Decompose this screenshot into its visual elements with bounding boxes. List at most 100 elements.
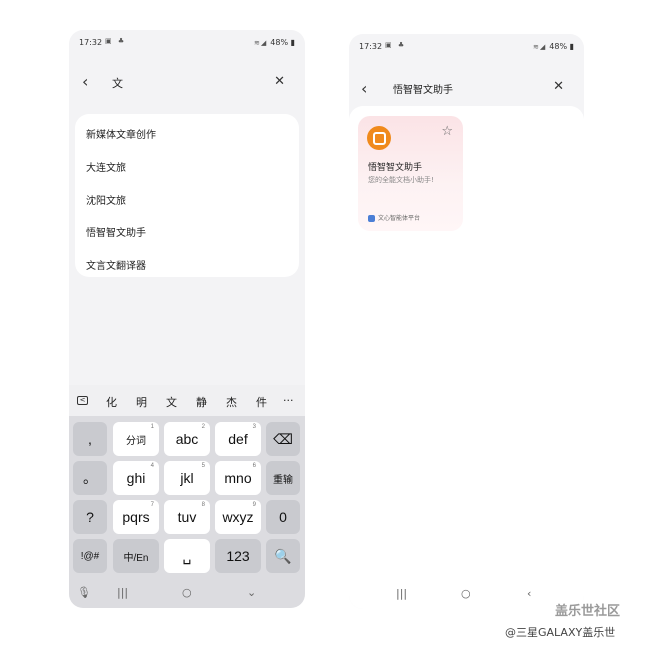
clear-search-icon[interactable]: ✕ — [274, 74, 285, 89]
key-label: 。 — [83, 470, 97, 486]
notification-icons: ▣ ♣ — [105, 37, 127, 45]
key-4[interactable]: ghi 4 — [113, 461, 159, 495]
suggestion-item[interactable]: 大连文旅 — [86, 159, 126, 174]
back-icon[interactable]: ‹ — [361, 79, 367, 98]
key-8[interactable]: tuv 8 — [164, 500, 210, 534]
key-number: 1 — [150, 424, 154, 430]
status-right: ≋◢ 48% ▮ — [533, 42, 574, 51]
reinput-key[interactable]: 重输 — [266, 461, 300, 495]
symbols-key[interactable]: !@# — [73, 539, 107, 573]
key-number: 3 — [252, 424, 256, 430]
suggestion-item[interactable]: 新媒体文章创作 — [86, 126, 156, 141]
key-3[interactable]: def 3 — [215, 422, 261, 456]
key-label: , — [88, 431, 92, 447]
candidate-word[interactable]: 件 — [256, 394, 267, 410]
key-label: !@# — [80, 550, 100, 562]
language-switch-key[interactable]: 中/En — [113, 539, 159, 573]
suggestion-item[interactable]: 沈阳文旅 — [86, 192, 126, 207]
period-key[interactable]: 。 — [73, 461, 107, 495]
favorite-star-icon[interactable]: ☆ — [441, 124, 453, 139]
candidate-word[interactable]: 杰 — [226, 394, 237, 410]
collapse-candidates-icon[interactable]: < — [77, 396, 88, 405]
home-icon[interactable]: ○ — [461, 587, 471, 600]
key-label: 重输 — [273, 474, 293, 486]
keyboard: < 化 明 文 静 杰 件 ··· , 分词 1 abc 2 def 3 ⌫ 。 gh… — [69, 385, 305, 608]
page-title: 悟智智文助手 — [393, 85, 453, 96]
search-input[interactable]: 文 — [112, 75, 123, 91]
hide-keyboard-icon[interactable]: ⌄ — [247, 586, 256, 599]
key-7[interactable]: pqrs 7 — [113, 500, 159, 534]
key-label: 中/En — [123, 552, 149, 564]
status-right: ≋◢ 48% ▮ — [254, 38, 295, 47]
backspace-icon: ⌫ — [273, 430, 293, 447]
suggestion-item[interactable]: 悟智智文助手 — [86, 224, 146, 239]
key-number: 2 — [201, 424, 205, 430]
platform-label: 文心智能体平台 — [368, 213, 420, 222]
comma-key[interactable]: , — [73, 422, 107, 456]
space-icon: ␣ — [182, 547, 192, 564]
key-label: tuv — [177, 509, 197, 525]
left-phone-screen: 17:32 ▣ ♣ ≋◢ 48% ▮ ‹ 文 ✕ 新媒体文章创作 大连文旅 沈阳文… — [69, 30, 305, 608]
watermark-title: 盖乐世社区 — [555, 604, 621, 619]
key-label: ? — [86, 509, 94, 525]
status-time: 17:32 — [79, 38, 103, 47]
key-5[interactable]: jkl 5 — [164, 461, 210, 495]
key-number: 5 — [201, 463, 205, 469]
key-label: def — [228, 431, 248, 447]
candidate-word[interactable]: 文 — [166, 394, 177, 410]
zero-key[interactable]: 0 — [266, 500, 300, 534]
suggestion-list: 新媒体文章创作 大连文旅 沈阳文旅 悟智智文助手 文言文翻译器 — [75, 114, 299, 277]
signal-icon: ≋◢ — [533, 43, 547, 51]
right-phone-screen: 17:32 ▣ ♣ ≋◢ 48% ▮ ‹ 悟智智文助手 ✕ ☆ 悟智智文助手 您的… — [349, 34, 584, 609]
suggestion-item[interactable]: 文言文翻译器 — [86, 257, 146, 272]
search-key[interactable]: 🔍 — [266, 539, 300, 573]
battery-level: 48% — [270, 38, 289, 47]
agent-description: 您的全能文档小助手! — [368, 176, 434, 184]
more-candidates-icon[interactable]: ··· — [283, 394, 294, 407]
status-time: 17:32 — [359, 42, 383, 51]
key-label: wxyz — [222, 509, 254, 525]
close-icon[interactable]: ✕ — [553, 79, 564, 94]
home-icon[interactable]: ○ — [182, 586, 192, 599]
search-icon: 🔍 — [274, 547, 292, 564]
key-2[interactable]: abc 2 — [164, 422, 210, 456]
platform-name: 文心智能体平台 — [378, 215, 421, 222]
back-nav-icon[interactable]: ‹ — [527, 587, 531, 600]
back-icon[interactable]: ‹ — [82, 72, 88, 91]
question-key[interactable]: ? — [73, 500, 107, 534]
key-number: 6 — [252, 463, 256, 469]
key-9[interactable]: wxyz 9 — [215, 500, 261, 534]
mic-icon[interactable]: 🎙 — [77, 586, 91, 599]
candidate-word[interactable]: 化 — [106, 394, 117, 410]
signal-icon: ≋◢ — [254, 39, 268, 47]
key-label: 分词 — [126, 435, 146, 447]
agent-name: 悟智智文助手 — [368, 163, 423, 173]
backspace-key[interactable]: ⌫ — [266, 422, 300, 456]
key-number: 4 — [150, 463, 154, 469]
results-panel: ☆ 悟智智文助手 您的全能文档小助手! 文心智能体平台 — [349, 106, 584, 579]
platform-icon — [368, 215, 375, 222]
status-bar: 17:32 ▣ ♣ ≋◢ 48% ▮ — [349, 34, 584, 58]
status-bar: 17:32 ▣ ♣ ≋◢ 48% ▮ — [69, 30, 305, 54]
key-number: 8 — [201, 502, 205, 508]
key-1[interactable]: 分词 1 — [113, 422, 159, 456]
agent-card[interactable]: ☆ 悟智智文助手 您的全能文档小助手! 文心智能体平台 — [358, 116, 463, 231]
key-6[interactable]: mno 6 — [215, 461, 261, 495]
key-label: mno — [224, 470, 252, 486]
candidate-word[interactable]: 静 — [196, 394, 207, 410]
navigation-bar: 🎙 ||| ○ ⌄ — [69, 578, 305, 608]
key-label: 123 — [226, 548, 250, 564]
candidate-word[interactable]: 明 — [136, 394, 147, 410]
battery-level: 48% — [549, 42, 568, 51]
battery-icon: ▮ — [569, 42, 574, 51]
recent-apps-icon[interactable]: ||| — [117, 586, 128, 599]
key-label: jkl — [180, 470, 194, 486]
key-number: 7 — [150, 502, 154, 508]
numbers-key[interactable]: 123 — [215, 539, 261, 573]
key-label: ghi — [126, 470, 146, 486]
recent-apps-icon[interactable]: ||| — [396, 587, 407, 600]
watermark-handle: @三星GALAXY盖乐世 — [505, 626, 616, 639]
space-key[interactable]: ␣ — [164, 539, 210, 573]
battery-icon: ▮ — [290, 38, 295, 47]
key-label: 0 — [279, 509, 287, 525]
